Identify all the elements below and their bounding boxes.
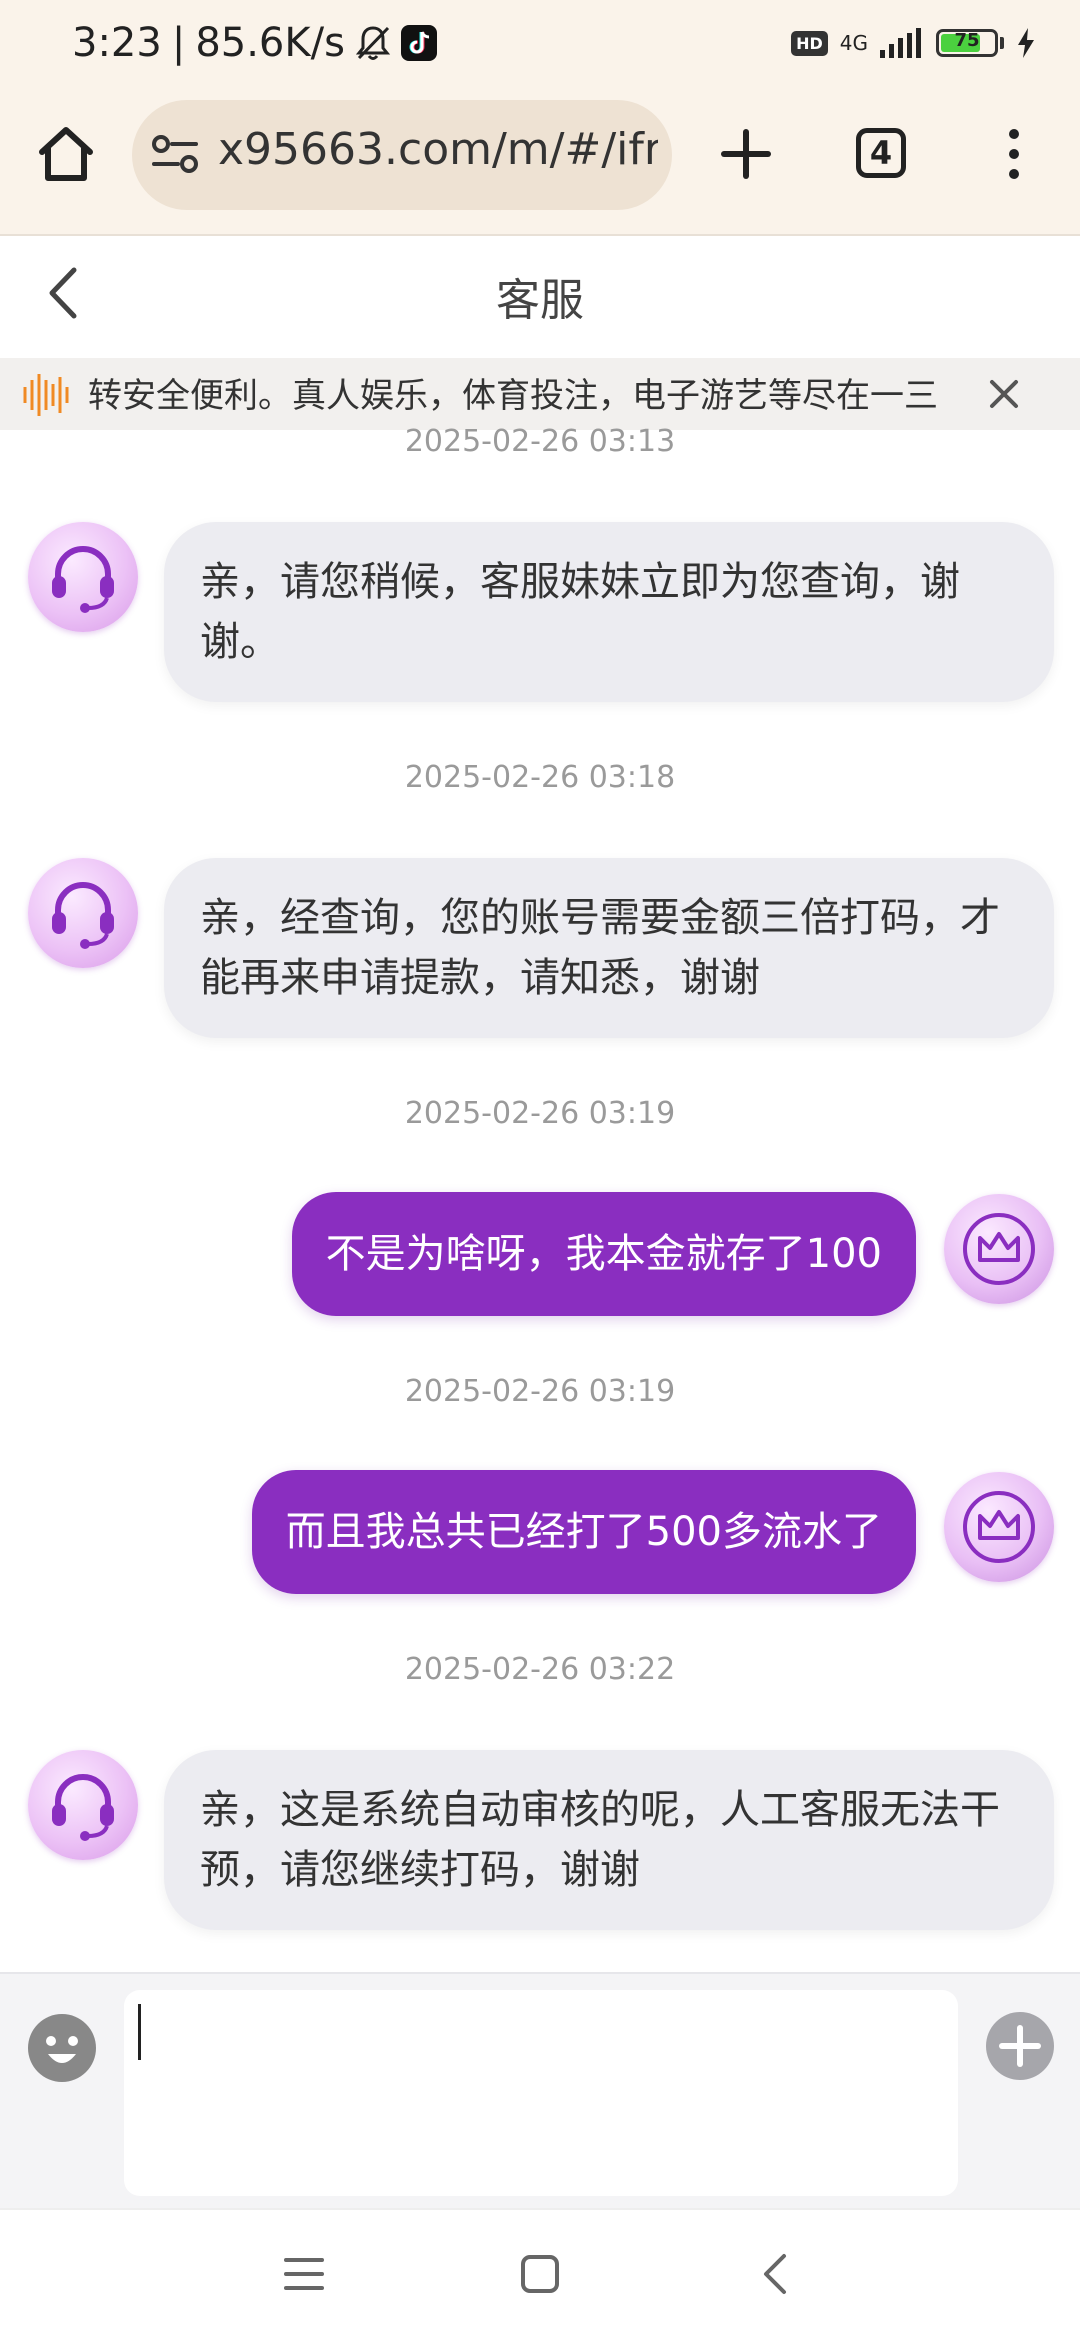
user-message-bubble: 而且我总共已经打了500多流水了 bbox=[251, 1470, 916, 1594]
battery-tip bbox=[1000, 37, 1004, 49]
message-input[interactable] bbox=[124, 1990, 958, 2196]
network-type: 4G bbox=[839, 31, 868, 55]
message-timestamp: 2025-02-26 03:19 bbox=[404, 1374, 676, 1409]
agent-avatar bbox=[28, 858, 138, 968]
site-settings-icon[interactable] bbox=[152, 134, 198, 174]
status-left: 3:23 | 85.6K/s bbox=[72, 20, 437, 66]
headset-icon bbox=[52, 882, 114, 949]
user-message-bubble: 不是为啥呀，我本金就存了100 bbox=[291, 1192, 916, 1316]
home-icon[interactable] bbox=[34, 124, 98, 184]
url-text[interactable]: x95663.com/m/#/ifra bbox=[218, 124, 658, 175]
signal-icon bbox=[880, 28, 921, 58]
hd-badge: HD bbox=[791, 30, 828, 56]
crown-icon bbox=[963, 1491, 1035, 1563]
menu-icon[interactable] bbox=[284, 2254, 324, 2294]
emoji-icon[interactable] bbox=[26, 2012, 98, 2084]
message-timestamp: 2025-02-26 03:13 bbox=[404, 424, 676, 459]
user-avatar bbox=[944, 1194, 1054, 1304]
charging-icon bbox=[1018, 28, 1034, 58]
sound-wave-icon bbox=[23, 374, 69, 416]
text-caret bbox=[138, 2004, 141, 2060]
tiktok-icon bbox=[400, 25, 437, 61]
status-right: HD 4G 75 bbox=[791, 28, 1036, 58]
agent-message-bubble: 亲，经查询，您的账号需要金额三倍打码，才能再来申请提款，请知悉，谢谢 bbox=[164, 858, 1054, 1038]
headset-icon bbox=[52, 546, 114, 613]
message-timestamp: 2025-02-26 03:18 bbox=[404, 760, 676, 795]
crown-icon bbox=[963, 1213, 1035, 1285]
agent-avatar bbox=[28, 522, 138, 632]
close-icon[interactable] bbox=[988, 378, 1020, 410]
message-timestamp: 2025-02-26 03:22 bbox=[404, 1652, 676, 1687]
announcement-text: 转安全便利。真人娱乐，体育投注，电子游艺等尽在一三 bbox=[88, 376, 938, 416]
plus-icon[interactable] bbox=[984, 2010, 1056, 2082]
network-speed: 85.6K/s bbox=[195, 20, 345, 66]
new-tab-icon[interactable] bbox=[718, 126, 774, 182]
agent-message-bubble: 亲，这是系统自动审核的呢，人工客服无法干预，请您继续打码，谢谢 bbox=[164, 1750, 1054, 1930]
battery-indicator: 75 bbox=[936, 29, 998, 57]
agent-avatar bbox=[28, 1750, 138, 1860]
status-time: 3:23 bbox=[72, 20, 162, 66]
user-avatar bbox=[944, 1472, 1054, 1582]
agent-message-bubble: 亲，请您稍候，客服妹妹立即为您查询，谢谢。 bbox=[164, 522, 1054, 702]
mute-bell-icon bbox=[355, 26, 391, 60]
message-timestamp: 2025-02-26 03:19 bbox=[404, 1096, 676, 1131]
back-icon[interactable] bbox=[760, 2252, 790, 2296]
home-square-icon[interactable] bbox=[520, 2254, 560, 2294]
page-title: 客服 bbox=[496, 275, 584, 326]
headset-icon bbox=[52, 1774, 114, 1841]
more-menu-icon[interactable] bbox=[1000, 126, 1028, 182]
tab-count-icon[interactable]: 4 bbox=[856, 128, 906, 178]
battery-level: 75 bbox=[954, 30, 980, 51]
